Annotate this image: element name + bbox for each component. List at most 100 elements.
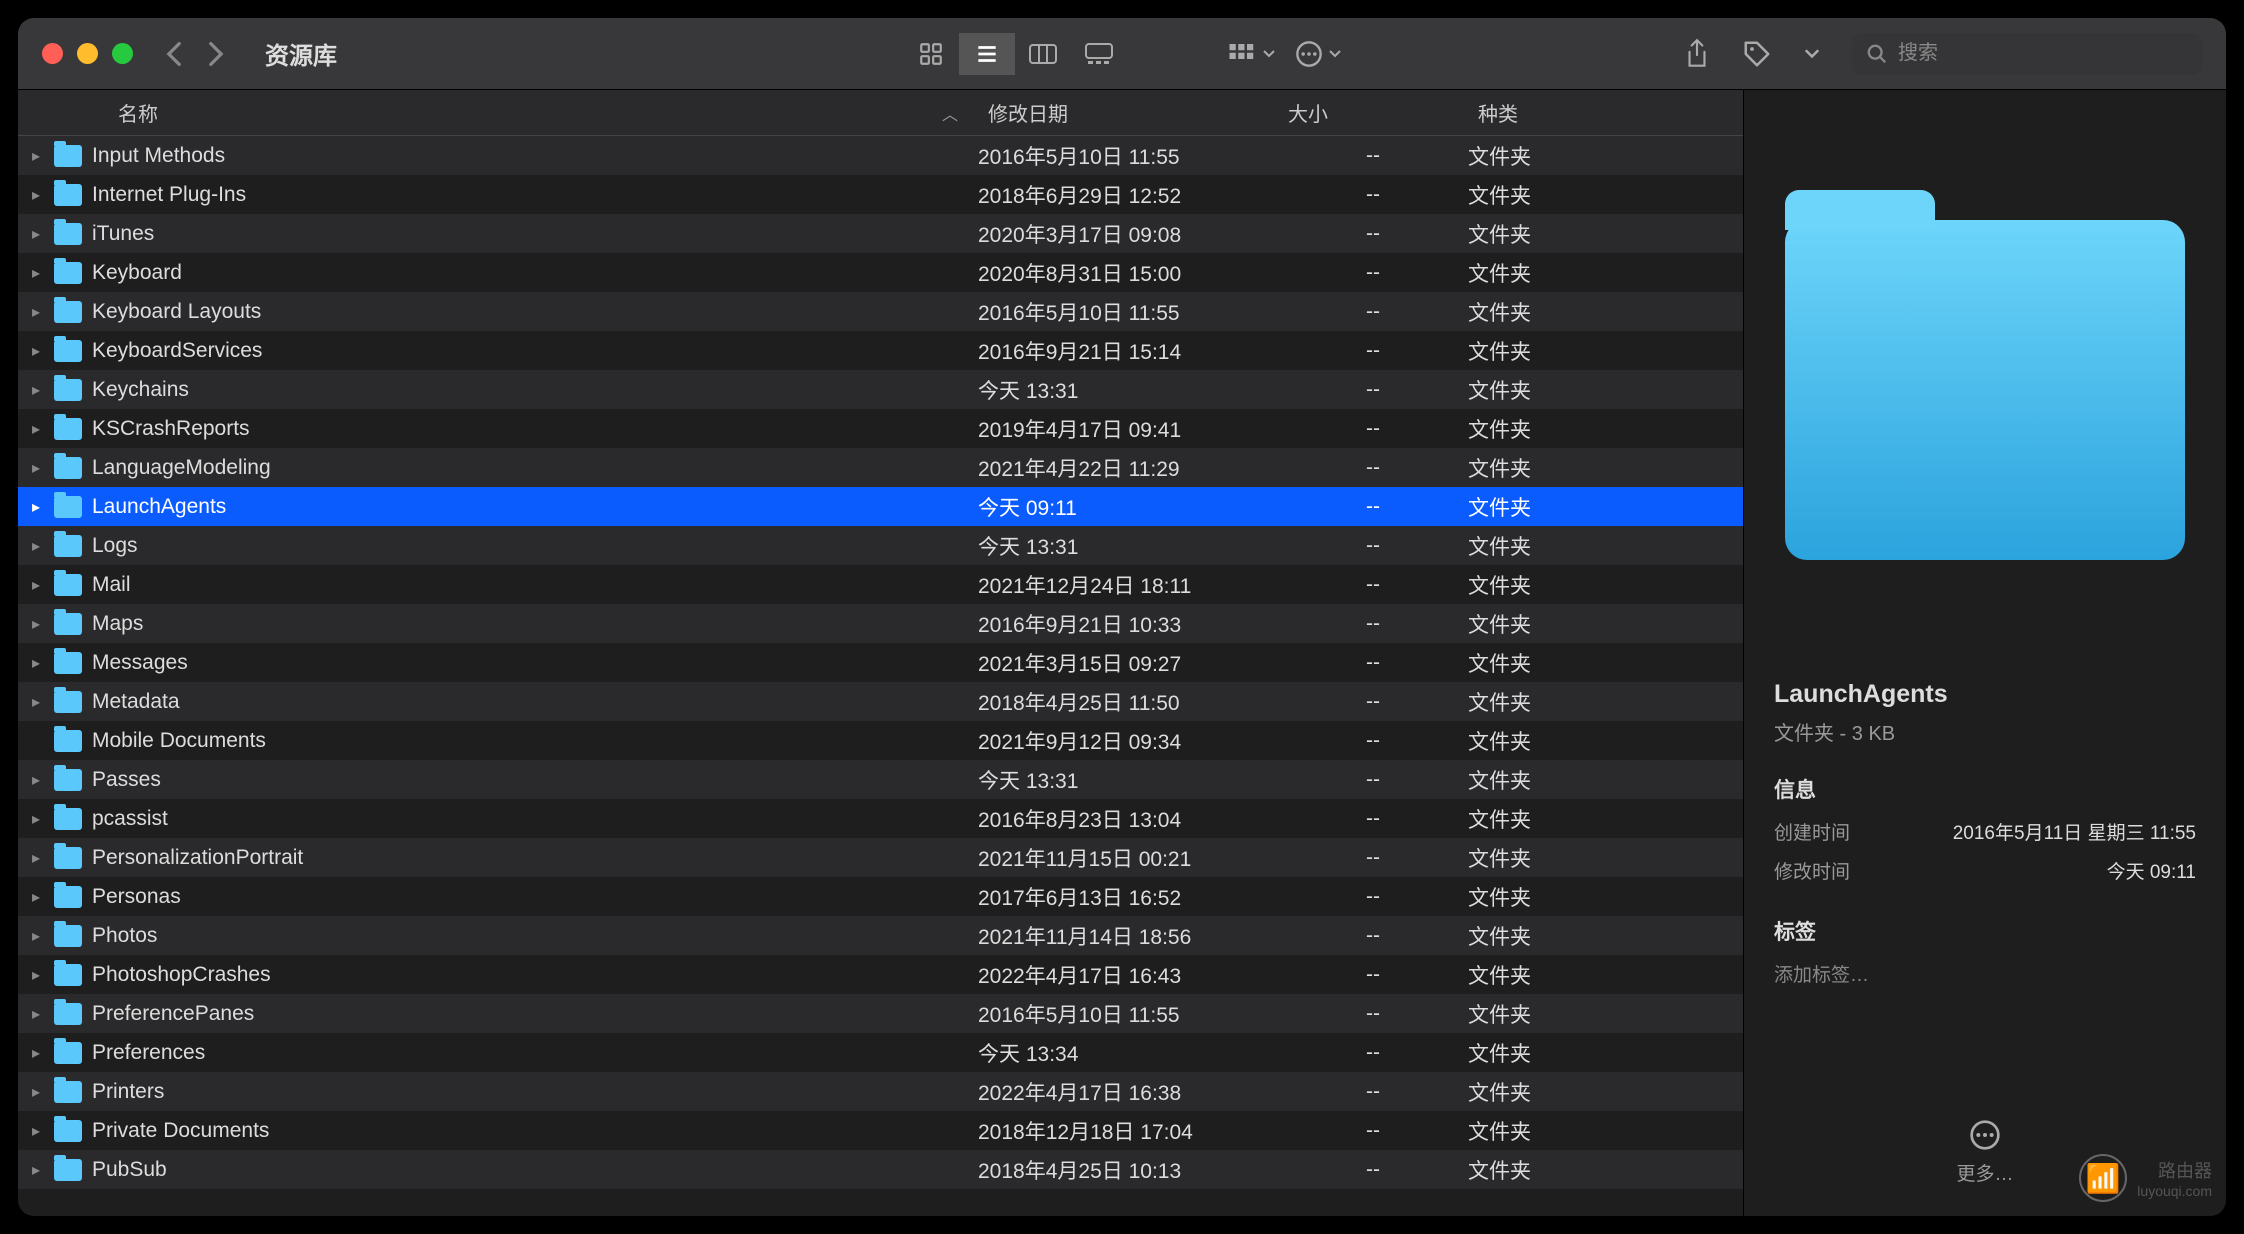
file-row[interactable]: ▸LanguageModeling2021年4月22日 11:29--文件夹 bbox=[18, 448, 1743, 487]
action-menu-button[interactable] bbox=[1295, 40, 1341, 68]
tags-button[interactable] bbox=[1742, 39, 1772, 69]
tags-input[interactable]: 添加标签… bbox=[1774, 960, 2196, 987]
disclosure-chevron-icon[interactable]: ▸ bbox=[18, 1121, 54, 1141]
column-date[interactable]: 修改日期 bbox=[978, 98, 1278, 127]
disclosure-chevron-icon[interactable]: ▸ bbox=[18, 419, 54, 439]
group-by-button[interactable] bbox=[1227, 41, 1275, 67]
disclosure-chevron-icon[interactable]: ▸ bbox=[18, 1043, 54, 1063]
close-button[interactable] bbox=[42, 43, 63, 64]
info-created-value: 2016年5月11日 星期三 11:55 bbox=[1953, 818, 2196, 845]
disclosure-chevron-icon[interactable]: ▸ bbox=[18, 653, 54, 673]
back-button[interactable] bbox=[165, 41, 183, 67]
file-row[interactable]: ▸Messages2021年3月15日 09:27--文件夹 bbox=[18, 643, 1743, 682]
file-name: PhotoshopCrashes bbox=[92, 963, 978, 987]
column-kind[interactable]: 种类 bbox=[1468, 98, 1648, 127]
file-row[interactable]: ▸Private Documents2018年12月18日 17:04--文件夹 bbox=[18, 1111, 1743, 1150]
view-icon-button[interactable] bbox=[903, 33, 959, 75]
file-row[interactable]: ▸Mail2021年12月24日 18:11--文件夹 bbox=[18, 565, 1743, 604]
disclosure-chevron-icon[interactable]: ▸ bbox=[18, 302, 54, 322]
file-kind: 文件夹 bbox=[1468, 1077, 1648, 1107]
file-date: 2016年5月10日 11:55 bbox=[978, 297, 1278, 327]
disclosure-chevron-icon[interactable]: ▸ bbox=[18, 224, 54, 244]
file-kind: 文件夹 bbox=[1468, 999, 1648, 1029]
disclosure-chevron-icon[interactable]: ▸ bbox=[18, 341, 54, 361]
dropdown-button[interactable] bbox=[1804, 49, 1820, 59]
disclosure-chevron-icon[interactable]: ▸ bbox=[18, 536, 54, 556]
forward-button[interactable] bbox=[207, 41, 225, 67]
column-size[interactable]: 大小 bbox=[1278, 98, 1468, 127]
disclosure-chevron-icon[interactable]: ▸ bbox=[18, 887, 54, 907]
file-size: -- bbox=[1278, 339, 1468, 363]
column-name[interactable]: 名称 ︿ bbox=[18, 98, 978, 127]
search-box[interactable] bbox=[1852, 33, 2202, 75]
view-column-button[interactable] bbox=[1015, 33, 1071, 75]
disclosure-chevron-icon[interactable]: ▸ bbox=[18, 458, 54, 478]
disclosure-chevron-icon[interactable]: ▸ bbox=[18, 614, 54, 634]
folder-icon bbox=[54, 379, 82, 401]
disclosure-chevron-icon[interactable]: ▸ bbox=[18, 809, 54, 829]
file-kind: 文件夹 bbox=[1468, 1038, 1648, 1068]
file-name: Private Documents bbox=[92, 1119, 978, 1143]
folder-icon bbox=[54, 223, 82, 245]
disclosure-chevron-icon[interactable]: ▸ bbox=[18, 692, 54, 712]
folder-icon bbox=[54, 145, 82, 167]
file-row[interactable]: ▸Internet Plug-Ins2018年6月29日 12:52--文件夹 bbox=[18, 175, 1743, 214]
disclosure-chevron-icon[interactable]: ▸ bbox=[18, 575, 54, 595]
disclosure-chevron-icon[interactable]: ▸ bbox=[18, 1004, 54, 1024]
file-kind: 文件夹 bbox=[1468, 843, 1648, 873]
view-list-button[interactable] bbox=[959, 33, 1015, 75]
disclosure-chevron-icon[interactable]: ▸ bbox=[18, 263, 54, 283]
file-name: KeyboardServices bbox=[92, 339, 978, 363]
disclosure-chevron-icon[interactable]: ▸ bbox=[18, 380, 54, 400]
file-row[interactable]: ▸KSCrashReports2019年4月17日 09:41--文件夹 bbox=[18, 409, 1743, 448]
more-button[interactable]: 更多… bbox=[1956, 1159, 2013, 1186]
file-row[interactable]: ▸PhotoshopCrashes2022年4月17日 16:43--文件夹 bbox=[18, 955, 1743, 994]
share-button[interactable] bbox=[1684, 38, 1710, 70]
file-row[interactable]: ▸Logs今天 13:31--文件夹 bbox=[18, 526, 1743, 565]
file-list[interactable]: ▸Input Methods2016年5月10日 11:55--文件夹▸Inte… bbox=[18, 136, 1743, 1216]
file-date: 今天 13:31 bbox=[978, 375, 1278, 405]
file-row[interactable]: ▸PreferencePanes2016年5月10日 11:55--文件夹 bbox=[18, 994, 1743, 1033]
disclosure-chevron-icon[interactable]: ▸ bbox=[18, 1082, 54, 1102]
file-row[interactable]: ▸PubSub2018年4月25日 10:13--文件夹 bbox=[18, 1150, 1743, 1189]
minimize-button[interactable] bbox=[77, 43, 98, 64]
file-row[interactable]: ▸Keyboard Layouts2016年5月10日 11:55--文件夹 bbox=[18, 292, 1743, 331]
disclosure-chevron-icon[interactable]: ▸ bbox=[18, 848, 54, 868]
file-row[interactable]: ▸pcassist2016年8月23日 13:04--文件夹 bbox=[18, 799, 1743, 838]
disclosure-chevron-icon[interactable]: ▸ bbox=[18, 1160, 54, 1180]
file-row[interactable]: ▸Keyboard2020年8月31日 15:00--文件夹 bbox=[18, 253, 1743, 292]
titlebar: 资源库 bbox=[18, 18, 2226, 90]
search-input[interactable] bbox=[1898, 42, 2188, 65]
file-row[interactable]: ▸Printers2022年4月17日 16:38--文件夹 bbox=[18, 1072, 1743, 1111]
file-row[interactable]: ▸Metadata2018年4月25日 11:50--文件夹 bbox=[18, 682, 1743, 721]
disclosure-chevron-icon[interactable]: ▸ bbox=[18, 185, 54, 205]
file-size: -- bbox=[1278, 612, 1468, 636]
file-row[interactable]: ▸Maps2016年9月21日 10:33--文件夹 bbox=[18, 604, 1743, 643]
view-gallery-button[interactable] bbox=[1071, 33, 1127, 75]
info-created-row: 创建时间 2016年5月11日 星期三 11:55 bbox=[1774, 818, 2196, 845]
file-row[interactable]: ▸LaunchAgents今天 09:11--文件夹 bbox=[18, 487, 1743, 526]
file-row[interactable]: ▸Personas2017年6月13日 16:52--文件夹 bbox=[18, 877, 1743, 916]
file-date: 2018年6月29日 12:52 bbox=[978, 180, 1278, 210]
file-row[interactable]: ▸Preferences今天 13:34--文件夹 bbox=[18, 1033, 1743, 1072]
file-row[interactable]: Mobile Documents2021年9月12日 09:34--文件夹 bbox=[18, 721, 1743, 760]
info-title: LaunchAgents bbox=[1774, 680, 2196, 709]
file-row[interactable]: ▸Input Methods2016年5月10日 11:55--文件夹 bbox=[18, 136, 1743, 175]
disclosure-chevron-icon[interactable]: ▸ bbox=[18, 770, 54, 790]
file-row[interactable]: ▸Keychains今天 13:31--文件夹 bbox=[18, 370, 1743, 409]
file-row[interactable]: ▸Passes今天 13:31--文件夹 bbox=[18, 760, 1743, 799]
folder-icon bbox=[54, 691, 82, 713]
disclosure-chevron-icon[interactable]: ▸ bbox=[18, 926, 54, 946]
file-row[interactable]: ▸PersonalizationPortrait2021年11月15日 00:2… bbox=[18, 838, 1743, 877]
more-options-icon[interactable] bbox=[1969, 1119, 2001, 1151]
maximize-button[interactable] bbox=[112, 43, 133, 64]
file-date: 2022年4月17日 16:38 bbox=[978, 1077, 1278, 1107]
file-row[interactable]: ▸iTunes2020年3月17日 09:08--文件夹 bbox=[18, 214, 1743, 253]
disclosure-chevron-icon[interactable]: ▸ bbox=[18, 497, 54, 517]
watermark: 📶 路由器 luyouqi.com bbox=[2079, 1154, 2212, 1202]
folder-icon bbox=[54, 418, 82, 440]
file-row[interactable]: ▸KeyboardServices2016年9月21日 15:14--文件夹 bbox=[18, 331, 1743, 370]
file-row[interactable]: ▸Photos2021年11月14日 18:56--文件夹 bbox=[18, 916, 1743, 955]
disclosure-chevron-icon[interactable]: ▸ bbox=[18, 965, 54, 985]
disclosure-chevron-icon[interactable]: ▸ bbox=[18, 146, 54, 166]
